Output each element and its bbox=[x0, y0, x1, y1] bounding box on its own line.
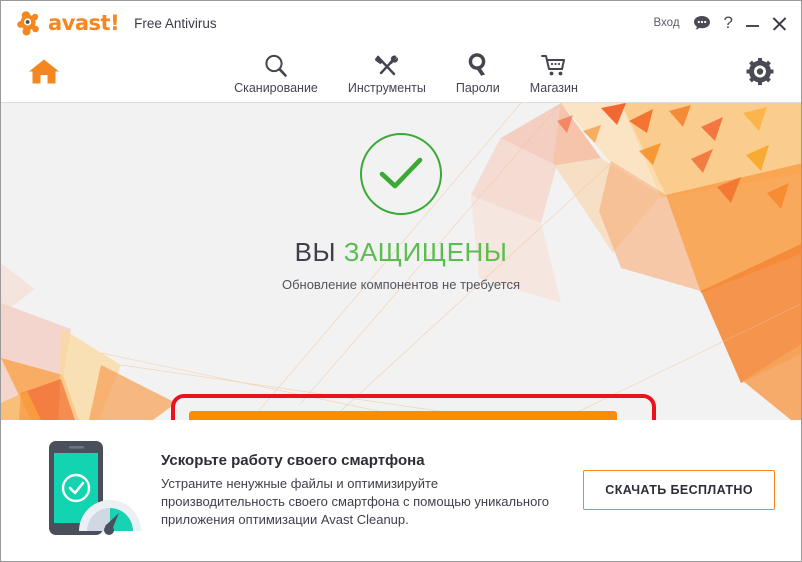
status-subtitle: Обновление компонентов не требуется bbox=[281, 277, 521, 292]
window-controls: Вход ? bbox=[654, 13, 801, 33]
login-link[interactable]: Вход bbox=[654, 17, 680, 29]
title-bar: avast! Free Antivirus Вход ? bbox=[1, 1, 801, 45]
home-icon[interactable] bbox=[27, 56, 61, 91]
question-mark-icon[interactable]: ? bbox=[724, 13, 733, 33]
avast-wordmark: avast! bbox=[48, 11, 120, 35]
minimize-icon[interactable] bbox=[746, 17, 759, 29]
status-headline: ВЫ ЗАЩИЩЕНЫ bbox=[295, 237, 508, 268]
promo-text: Ускорьте работу своего смартфона Устрани… bbox=[161, 452, 561, 529]
checkmark-circle-icon bbox=[360, 133, 442, 215]
tools-icon bbox=[373, 53, 401, 79]
avast-main-window: avast! Free Antivirus Вход ? Сканировани… bbox=[0, 0, 802, 562]
download-free-button[interactable]: СКАЧАТЬ БЕСПЛАТНО bbox=[583, 470, 775, 510]
nav-label-store: Магазин bbox=[529, 80, 578, 95]
magnifier-icon bbox=[263, 53, 289, 79]
key-icon bbox=[466, 52, 490, 79]
smartphone-speedometer-icon bbox=[35, 435, 143, 545]
promo-title: Ускорьте работу своего смартфона bbox=[161, 451, 425, 469]
avast-logo: avast! Free Antivirus bbox=[1, 10, 217, 36]
nav-item-scan[interactable]: Сканирование bbox=[234, 53, 318, 95]
status-prefix: ВЫ bbox=[294, 237, 344, 267]
status-word: ЗАЩИЩЕНЫ bbox=[343, 237, 508, 267]
promo-description: Устраните ненужные файлы и оптимизируйте… bbox=[161, 475, 549, 527]
product-name: Free Antivirus bbox=[134, 15, 217, 31]
smart-scan-button[interactable]: Запустить интеллектуальное сканирование bbox=[189, 411, 617, 420]
nav-item-store[interactable]: Магазин bbox=[530, 53, 578, 95]
nav-items: Сканирование Инструменты Пароли Магазин bbox=[224, 52, 578, 95]
nav-label-passwords: Пароли bbox=[455, 80, 500, 95]
nav-label-tools: Инструменты bbox=[347, 80, 426, 95]
shopping-cart-icon bbox=[540, 53, 568, 79]
avast-ball-icon bbox=[17, 10, 47, 36]
promo-banner: Ускорьте работу своего смартфона Устрани… bbox=[1, 420, 801, 560]
chat-bubble-icon[interactable] bbox=[693, 15, 711, 31]
status-block: ВЫ ЗАЩИЩЕНЫ Обновление компонентов не тр… bbox=[1, 103, 801, 292]
main-panel: ВЫ ЗАЩИЩЕНЫ Обновление компонентов не тр… bbox=[1, 103, 801, 420]
navigation-bar: Сканирование Инструменты Пароли Магазин bbox=[1, 45, 801, 103]
nav-label-scan: Сканирование bbox=[234, 80, 318, 95]
nav-item-tools[interactable]: Инструменты bbox=[348, 53, 426, 95]
nav-item-passwords[interactable]: Пароли bbox=[455, 52, 500, 95]
close-icon[interactable] bbox=[772, 16, 787, 31]
gear-icon[interactable] bbox=[745, 56, 775, 91]
